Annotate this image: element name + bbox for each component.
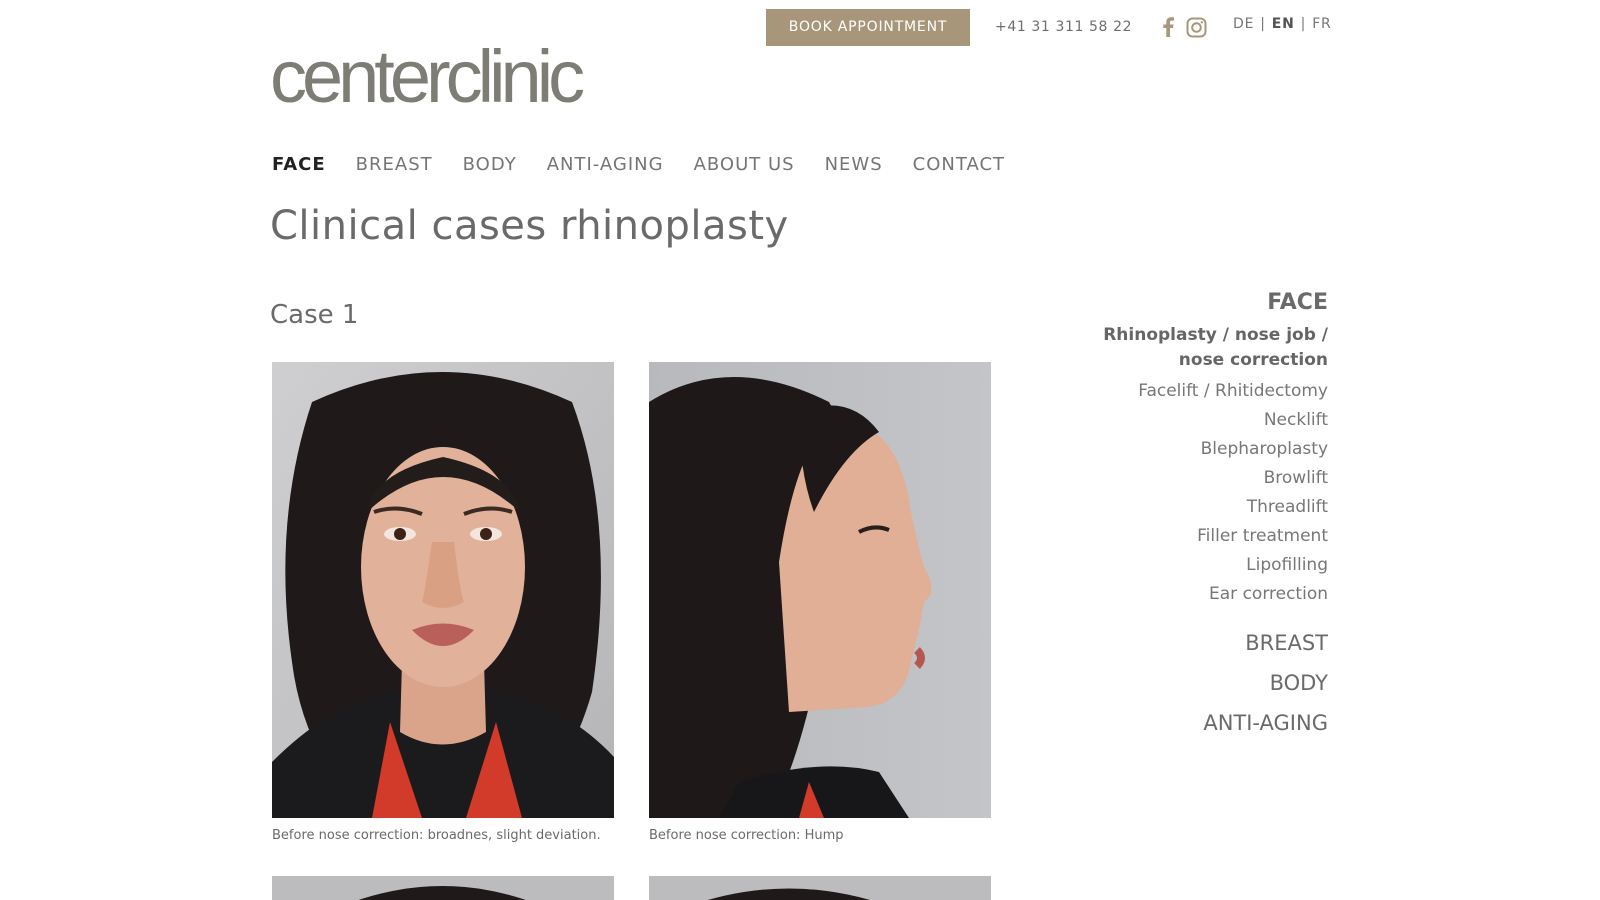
lang-fr[interactable]: FR (1312, 16, 1331, 32)
nav-news[interactable]: NEWS (825, 154, 883, 175)
lang-de[interactable]: DE (1233, 16, 1254, 32)
facebook-icon[interactable] (1162, 17, 1175, 37)
top-bar: BOOK APPOINTMENT +41 31 311 58 22 (766, 8, 1207, 46)
sidebar-cat-anti-aging[interactable]: ANTI-AGING (1068, 703, 1328, 743)
case-photo-next-2[interactable] (649, 876, 991, 900)
case-photo-next-1[interactable] (272, 876, 614, 900)
sidebar-item-rhinoplasty[interactable]: Rhinoplasty / nose job / nose correction (1068, 323, 1328, 373)
sidebar-item-blepharoplasty[interactable]: Blepharoplasty (1068, 435, 1328, 464)
case-photo-front[interactable] (272, 362, 614, 818)
sidebar-item-browlift[interactable]: Browlift (1068, 464, 1328, 493)
centerclinic-logo[interactable]: centerclinic (270, 40, 585, 114)
nav-body[interactable]: BODY (463, 154, 517, 175)
case-caption-front: Before nose correction: broadnes, slight… (272, 828, 601, 843)
sidebar-cat-body[interactable]: BODY (1068, 663, 1328, 703)
sidebar-cat-breast[interactable]: BREAST (1068, 623, 1328, 663)
nav-about-us[interactable]: ABOUT US (694, 154, 795, 175)
sidebar-item-facelift[interactable]: Facelift / Rhitidectomy (1068, 377, 1328, 406)
case-photo-profile[interactable] (649, 362, 991, 818)
case-title: Case 1 (270, 300, 359, 330)
lang-en[interactable]: EN (1272, 16, 1295, 32)
sidebar-item-necklift[interactable]: Necklift (1068, 406, 1328, 435)
sidebar-item-ear-correction[interactable]: Ear correction (1068, 580, 1328, 609)
sidebar-heading-face[interactable]: FACE (1068, 290, 1328, 315)
nav-anti-aging[interactable]: ANTI-AGING (547, 154, 664, 175)
nav-face[interactable]: FACE (272, 154, 326, 175)
nav-breast[interactable]: BREAST (356, 154, 433, 175)
sidebar-nav: FACE Rhinoplasty / nose job / nose corre… (1068, 290, 1328, 743)
sidebar-item-lipofilling[interactable]: Lipofilling (1068, 551, 1328, 580)
social-links (1162, 17, 1207, 38)
book-appointment-button[interactable]: BOOK APPOINTMENT (766, 8, 970, 46)
language-switcher: DE | EN | FR (1233, 16, 1332, 32)
sidebar-item-filler[interactable]: Filler treatment (1068, 522, 1328, 551)
phone-link[interactable]: +41 31 311 58 22 (995, 19, 1132, 35)
sidebar-item-threadlift[interactable]: Threadlift (1068, 493, 1328, 522)
nav-contact[interactable]: CONTACT (913, 154, 1005, 175)
main-nav: FACE BREAST BODY ANTI-AGING ABOUT US NEW… (272, 154, 1005, 175)
instagram-icon[interactable] (1186, 17, 1207, 38)
case-caption-profile: Before nose correction: Hump (649, 828, 844, 843)
page-title: Clinical cases rhinoplasty (270, 203, 789, 249)
